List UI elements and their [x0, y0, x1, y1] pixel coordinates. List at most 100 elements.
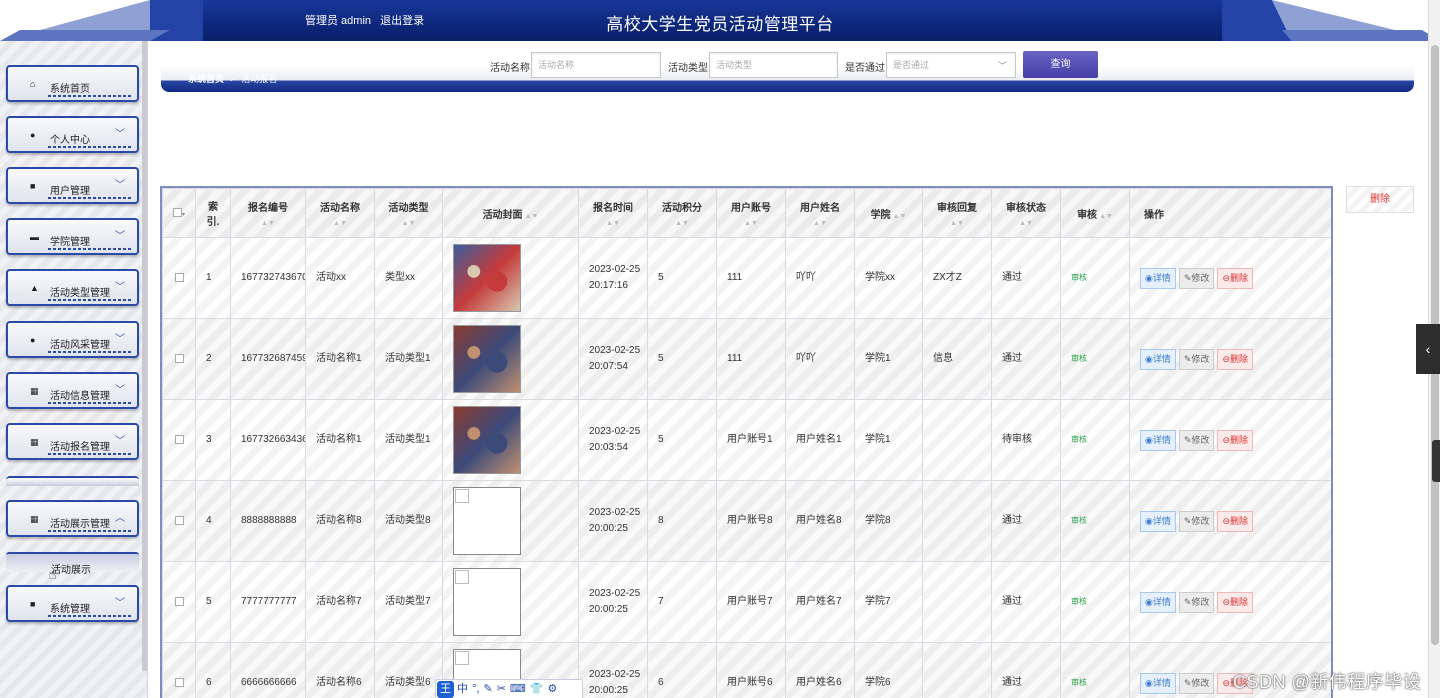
col-review-status[interactable]: 审核状态 ▲▼: [991, 188, 1061, 238]
logout-link[interactable]: 退出登录: [380, 15, 424, 27]
sort-icon[interactable]: ▲▼: [1099, 213, 1113, 220]
breadcrumb-home[interactable]: 系统首页: [188, 74, 224, 84]
ime-item[interactable]: °,: [472, 683, 479, 695]
sort-icon[interactable]: ▲▼: [893, 213, 907, 220]
delete-button[interactable]: ⊖删除: [1217, 591, 1253, 613]
delete-button[interactable]: ⊖删除: [1217, 348, 1253, 370]
ime-item[interactable]: 中: [457, 683, 468, 695]
broken-image-icon[interactable]: [453, 487, 521, 555]
ime-item[interactable]: ⚙: [548, 683, 558, 695]
sidebar-item-activity-display[interactable]: ▦ 活动展示管理 ︿: [6, 500, 139, 537]
sort-icon[interactable]: ▲▼: [787, 220, 854, 227]
batch-delete-button[interactable]: 删除: [1346, 186, 1414, 213]
row-checkbox[interactable]: [174, 434, 184, 444]
col-activity-cover[interactable]: 活动封面 ▲▼: [442, 188, 579, 238]
audit-link[interactable]: 审核: [1071, 678, 1087, 687]
sort-icon[interactable]: ▲▼: [307, 220, 374, 227]
audit-link[interactable]: 审核: [1071, 516, 1087, 525]
delete-button[interactable]: ⊖删除: [1217, 510, 1253, 532]
edit-button[interactable]: ✎修改: [1178, 672, 1215, 694]
col-signup-time[interactable]: 报名时间 ▲▼: [578, 188, 648, 238]
audit-link[interactable]: 审核: [1071, 435, 1087, 444]
submenu-activity-display[interactable]: 活动展示: [6, 552, 139, 576]
sort-icon[interactable]: ▲▼: [924, 220, 991, 227]
side-panel-tab[interactable]: [1432, 440, 1440, 482]
row-checkbox[interactable]: [174, 677, 184, 687]
col-signup-id[interactable]: 报名编号 ▲▼: [230, 188, 306, 238]
row-select-cell[interactable]: [162, 399, 196, 481]
sort-icon[interactable]: ▲▼: [580, 220, 647, 227]
pass-select[interactable]: 是否通过 ﹀: [886, 52, 1016, 78]
audit-link[interactable]: 审核: [1071, 597, 1087, 606]
ime-item[interactable]: ✎: [483, 683, 492, 695]
sidebar-item-college[interactable]: ▬ 学院管理 ﹀: [6, 218, 139, 255]
delete-button[interactable]: ⊖删除: [1217, 267, 1253, 289]
cell-id: 7777777777: [230, 561, 306, 643]
col-activity-name[interactable]: 活动名称 ▲▼: [305, 188, 375, 238]
sidebar-item-label: 活动信息管理: [50, 391, 110, 402]
activity-name-input[interactable]: 活动名称: [531, 52, 661, 78]
col-activity-points[interactable]: 活动积分 ▲▼: [647, 188, 717, 238]
col-activity-type[interactable]: 活动类型 ▲▼: [374, 188, 443, 238]
col-review-reply[interactable]: 审核回复 ▲▼: [922, 188, 992, 238]
activity-type-input[interactable]: 活动类型: [709, 52, 838, 78]
sort-icon[interactable]: ▲▼: [376, 220, 442, 227]
edit-button[interactable]: ✎修改: [1178, 510, 1215, 532]
detail-button[interactable]: ◉详情: [1140, 510, 1176, 532]
audit-link[interactable]: 审核: [1071, 354, 1087, 363]
sort-icon[interactable]: ▲▼: [993, 220, 1060, 227]
sidebar-item-personal-center[interactable]: ● 个人中心 ﹀: [6, 116, 139, 153]
sort-icon[interactable]: ▲▼: [232, 220, 305, 227]
broken-image-icon[interactable]: [453, 568, 521, 636]
row-select-cell[interactable]: [162, 318, 196, 400]
col-review[interactable]: 审核 ▲▼: [1060, 188, 1130, 238]
detail-button[interactable]: ◉详情: [1140, 348, 1176, 370]
ime-item[interactable]: 👕: [530, 683, 544, 695]
activity-cover-image[interactable]: [453, 406, 521, 474]
select-all-header[interactable]: ▾: [162, 188, 196, 238]
activity-cover-image[interactable]: [453, 244, 521, 312]
row-checkbox[interactable]: [174, 515, 184, 525]
sidebar-item-activity-type[interactable]: ▲ 活动类型管理 ﹀: [6, 269, 139, 306]
search-button[interactable]: 查询: [1023, 51, 1098, 78]
sort-icon[interactable]: ▲▼: [718, 220, 785, 227]
col-college[interactable]: 学院 ▲▼: [854, 188, 923, 238]
edit-button[interactable]: ✎修改: [1178, 429, 1215, 451]
detail-button[interactable]: ◉详情: [1140, 429, 1176, 451]
row-select-cell[interactable]: [162, 480, 196, 562]
cell-time: 2023-02-25 20:00:25: [578, 561, 648, 643]
row-select-cell[interactable]: [162, 642, 196, 698]
sidebar-scrollbar[interactable]: [142, 41, 147, 671]
ime-toolbar[interactable]: 王中 °, ✎ ✂ ⌨ 👕 ⚙: [435, 679, 583, 698]
delete-button[interactable]: ⊖删除: [1217, 429, 1253, 451]
row-select-cell[interactable]: [162, 237, 196, 319]
sidebar-item-activity-style[interactable]: ● 活动风采管理 ﹀: [6, 321, 139, 358]
sidebar-item-activity-info[interactable]: ▦ 活动信息管理 ﹀: [6, 372, 139, 409]
row-checkbox[interactable]: [174, 353, 184, 363]
sort-icon[interactable]: ▲▼: [649, 220, 716, 227]
detail-button[interactable]: ◉详情: [1140, 591, 1176, 613]
cell-college: 学院1: [854, 399, 923, 481]
ime-item[interactable]: ✂: [497, 683, 506, 695]
edit-button[interactable]: ✎修改: [1178, 348, 1215, 370]
detail-button[interactable]: ◉详情: [1140, 672, 1176, 694]
row-select-cell[interactable]: [162, 561, 196, 643]
row-checkbox[interactable]: [174, 596, 184, 606]
sidebar-item-users[interactable]: ■ 用户管理 ﹀: [6, 167, 139, 204]
select-all-checkbox[interactable]: [172, 208, 182, 218]
activity-cover-image[interactable]: [453, 325, 521, 393]
sidebar-item-home[interactable]: ⌂ 系统首页: [6, 65, 139, 102]
sort-icon[interactable]: ▲▼: [525, 213, 539, 220]
chevron-left-icon[interactable]: ‹: [1416, 324, 1440, 374]
audit-link[interactable]: 审核: [1071, 273, 1087, 282]
col-user-account[interactable]: 用户账号 ▲▼: [716, 188, 786, 238]
col-user-name[interactable]: 用户姓名 ▲▼: [785, 188, 855, 238]
menu-decoration: [48, 615, 131, 617]
edit-button[interactable]: ✎修改: [1178, 591, 1215, 613]
sidebar-item-activity-signup[interactable]: ▦ 活动报名管理 ﹀: [6, 423, 139, 460]
sidebar-item-system[interactable]: ■ 系统管理 ﹀: [6, 585, 139, 622]
row-checkbox[interactable]: [174, 272, 184, 282]
detail-button[interactable]: ◉详情: [1140, 267, 1176, 289]
edit-button[interactable]: ✎修改: [1178, 267, 1215, 289]
ime-item[interactable]: ⌨: [510, 683, 526, 695]
